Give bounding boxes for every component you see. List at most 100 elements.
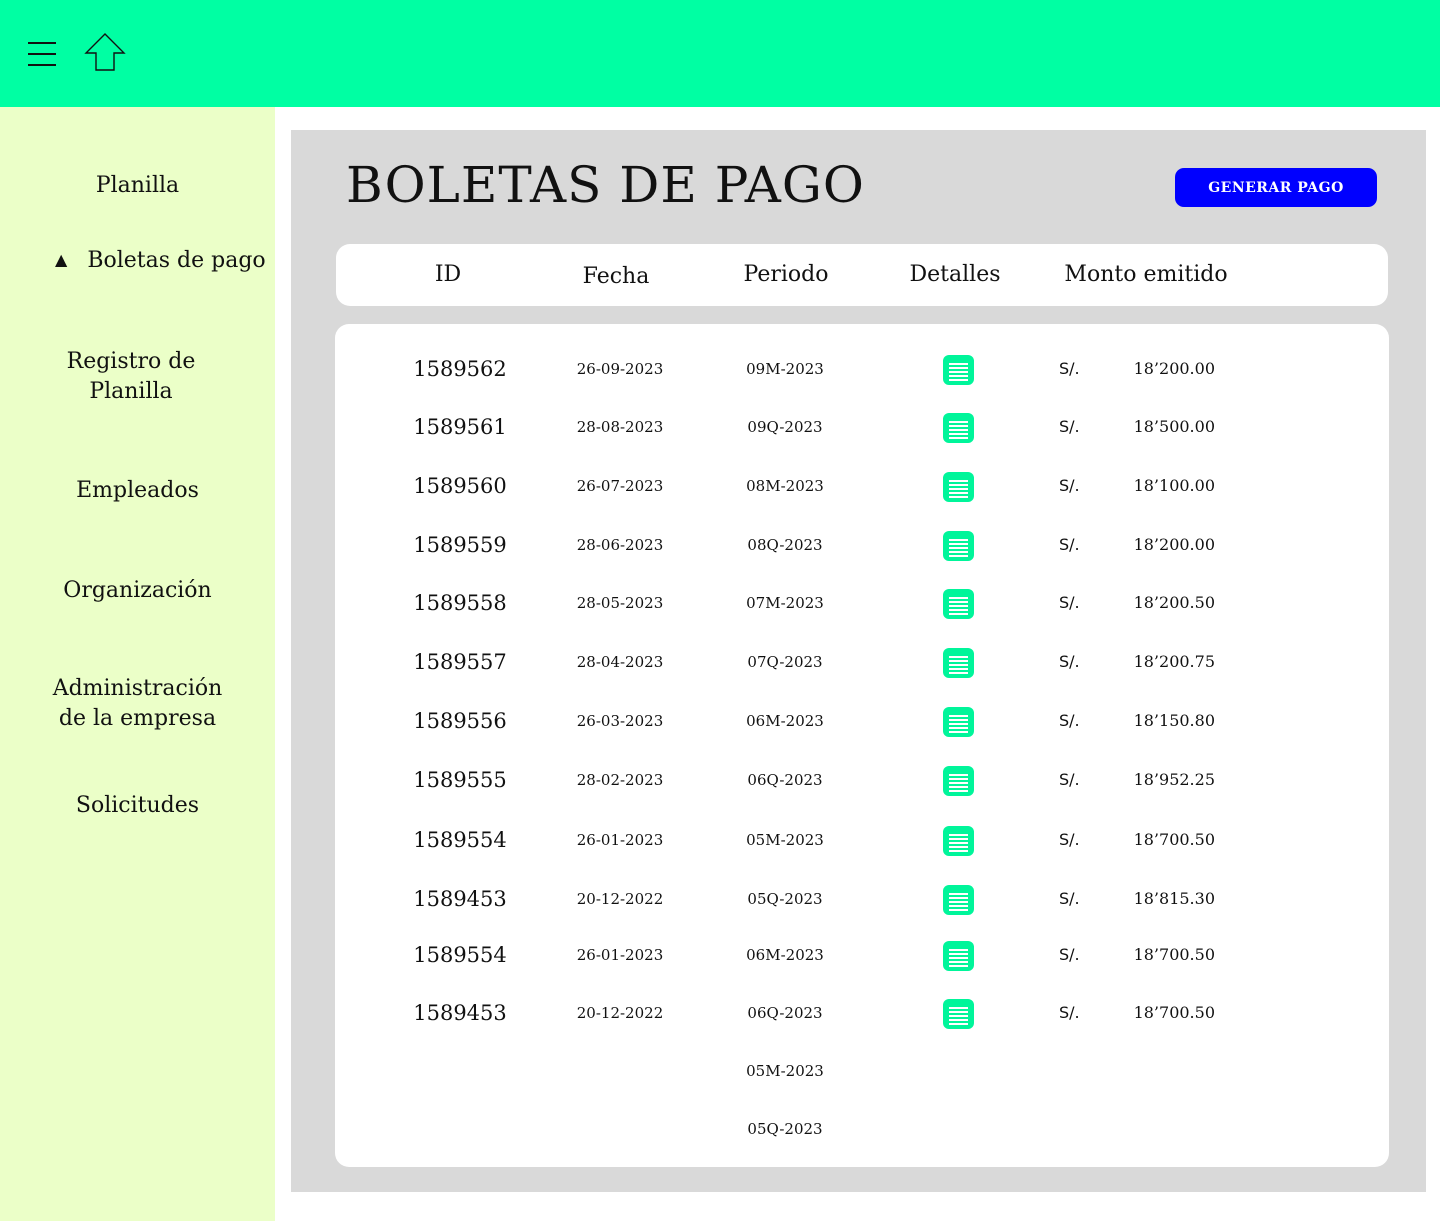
row-monto: 18’700.50 xyxy=(1133,830,1215,849)
table-row[interactable]: 1589561 28-08-2023 09Q-2023 S/. 18’500.00 xyxy=(335,398,1389,456)
table-row[interactable]: 1589554 26-01-2023 05M-2023 S/. 18’700.50 xyxy=(335,811,1389,869)
details-document-icon[interactable] xyxy=(943,707,974,737)
row-fecha: 26-01-2023 xyxy=(576,831,664,849)
sidebar-item-organizacion[interactable]: Organización xyxy=(0,576,275,606)
row-monto: 18’200.75 xyxy=(1133,652,1215,671)
row-periodo: 06M-2023 xyxy=(746,712,824,730)
table-body: 1589562 26-09-2023 09M-2023 S/. 18’200.00 158… xyxy=(335,324,1389,1167)
row-periodo: 05Q-2023 xyxy=(747,890,823,908)
sidebar-item-label: Administración de la empresa xyxy=(52,676,223,731)
row-monto: 18’700.50 xyxy=(1133,945,1215,964)
table-header: ID Fecha Periodo Detalles Monto emitido xyxy=(336,244,1388,306)
details-document-icon[interactable] xyxy=(943,472,974,502)
row-fecha: 26-07-2023 xyxy=(576,477,664,495)
table-row[interactable]: 1589554 26-01-2023 06M-2023 S/. 18’700.50 xyxy=(335,926,1389,984)
table-row[interactable]: 1589453 20-12-2022 06Q-2023 S/. 18’700.50 xyxy=(335,984,1389,1042)
table-row[interactable]: 1589556 26-03-2023 06M-2023 S/. 18’150.80 xyxy=(335,692,1389,750)
row-fecha: 28-05-2023 xyxy=(576,594,664,612)
row-id: 1589562 xyxy=(413,357,507,381)
details-document-icon[interactable] xyxy=(943,999,974,1029)
row-currency: S/. xyxy=(1059,593,1080,612)
sidebar-item-administracion[interactable]: Administración de la empresa xyxy=(0,674,275,734)
column-header-monto-emitido[interactable]: Monto emitido xyxy=(1056,260,1236,290)
row-periodo: 05M-2023 xyxy=(746,831,824,849)
table-row[interactable]: 1589562 26-09-2023 09M-2023 S/. 18’200.00 xyxy=(335,340,1389,398)
row-fecha: 20-12-2022 xyxy=(576,890,664,908)
top-bar xyxy=(0,0,1440,107)
home-arrow-icon[interactable] xyxy=(83,32,127,72)
generate-payment-button[interactable]: GENERAR PAGO xyxy=(1175,168,1377,207)
row-fecha: 26-03-2023 xyxy=(576,712,664,730)
row-fecha: 28-08-2023 xyxy=(576,418,664,436)
row-periodo: 09M-2023 xyxy=(746,360,824,378)
row-currency: S/. xyxy=(1059,359,1080,378)
row-periodo: 06Q-2023 xyxy=(747,771,823,789)
sidebar-item-planilla[interactable]: Planilla xyxy=(0,171,275,201)
row-id: 1589560 xyxy=(413,474,507,498)
sidebar-item-boletas-de-pago[interactable]: ▲ Boletas de pago xyxy=(55,245,275,276)
row-id: 1589556 xyxy=(413,709,507,733)
row-fecha: 28-06-2023 xyxy=(576,536,664,554)
column-header-fecha[interactable]: Fecha xyxy=(566,262,666,292)
table-row[interactable]: 1589559 28-06-2023 08Q-2023 S/. 18’200.00 xyxy=(335,516,1389,574)
table-row[interactable]: 1589557 28-04-2023 07Q-2023 S/. 18’200.75 xyxy=(335,633,1389,691)
row-monto: 18’150.80 xyxy=(1133,711,1215,730)
details-document-icon[interactable] xyxy=(943,885,974,915)
row-periodo: 07Q-2023 xyxy=(747,653,823,671)
details-document-icon[interactable] xyxy=(943,589,974,619)
row-periodo: 08Q-2023 xyxy=(747,536,823,554)
sidebar: Planilla ▲ Boletas de pago Registro de Pl… xyxy=(0,107,275,1221)
column-header-detalles[interactable]: Detalles xyxy=(895,260,1015,290)
row-currency: S/. xyxy=(1059,652,1080,671)
column-header-periodo[interactable]: Periodo xyxy=(726,260,846,290)
row-currency: S/. xyxy=(1059,711,1080,730)
row-id: 1589555 xyxy=(413,768,507,792)
sidebar-item-registro-de-planilla[interactable]: Registro de Planilla xyxy=(0,347,262,407)
hamburger-menu-icon[interactable] xyxy=(28,42,56,66)
row-fecha: 26-09-2023 xyxy=(576,360,664,378)
row-monto: 18’700.50 xyxy=(1133,1003,1215,1022)
row-currency: S/. xyxy=(1059,476,1080,495)
row-id: 1589561 xyxy=(413,415,507,439)
details-document-icon[interactable] xyxy=(943,355,974,385)
sidebar-item-solicitudes[interactable]: Solicitudes xyxy=(0,791,275,821)
row-fecha: 20-12-2022 xyxy=(576,1004,664,1022)
row-periodo: 08M-2023 xyxy=(746,477,824,495)
triangle-up-icon: ▲ xyxy=(55,250,68,269)
details-document-icon[interactable] xyxy=(943,413,974,443)
details-document-icon[interactable] xyxy=(943,531,974,561)
row-id: 1589558 xyxy=(413,591,507,615)
row-periodo: 09Q-2023 xyxy=(747,418,823,436)
sidebar-item-empleados[interactable]: Empleados xyxy=(0,476,275,506)
details-document-icon[interactable] xyxy=(943,826,974,856)
details-document-icon[interactable] xyxy=(943,648,974,678)
row-currency: S/. xyxy=(1059,830,1080,849)
row-id: 1589453 xyxy=(413,887,507,911)
row-id: 1589554 xyxy=(413,828,507,852)
row-monto: 18’100.00 xyxy=(1133,476,1215,495)
row-id: 1589554 xyxy=(413,943,507,967)
page-title: BOLETAS DE PAGO xyxy=(346,156,865,214)
details-document-icon[interactable] xyxy=(943,766,974,796)
table-row[interactable]: 1589558 28-05-2023 07M-2023 S/. 18’200.50 xyxy=(335,574,1389,632)
row-fecha: 28-04-2023 xyxy=(576,653,664,671)
sidebar-item-label: Solicitudes xyxy=(75,793,200,818)
column-header-id[interactable]: ID xyxy=(398,260,498,290)
sidebar-item-label: Empleados xyxy=(76,478,199,503)
row-monto: 18’200.50 xyxy=(1133,593,1215,612)
row-periodo: 07M-2023 xyxy=(746,594,824,612)
row-fecha: 26-01-2023 xyxy=(576,946,664,964)
table-row[interactable]: 1589555 28-02-2023 06Q-2023 S/. 18’952.25 xyxy=(335,751,1389,809)
row-currency: S/. xyxy=(1059,945,1080,964)
row-currency: S/. xyxy=(1059,889,1080,908)
sidebar-item-label: Registro de Planilla xyxy=(66,349,196,404)
table-row[interactable]: 1589453 20-12-2022 05Q-2023 S/. 18’815.30 xyxy=(335,870,1389,928)
row-currency: S/. xyxy=(1059,1003,1080,1022)
row-id: 1589559 xyxy=(413,533,507,557)
row-monto: 18’500.00 xyxy=(1133,417,1215,436)
sidebar-item-label: Boletas de pago xyxy=(87,248,266,273)
row-id: 1589557 xyxy=(413,650,507,674)
table-row[interactable]: 1589560 26-07-2023 08M-2023 S/. 18’100.00 xyxy=(335,457,1389,515)
details-document-icon[interactable] xyxy=(943,941,974,971)
sidebar-item-label: Planilla xyxy=(95,173,180,198)
